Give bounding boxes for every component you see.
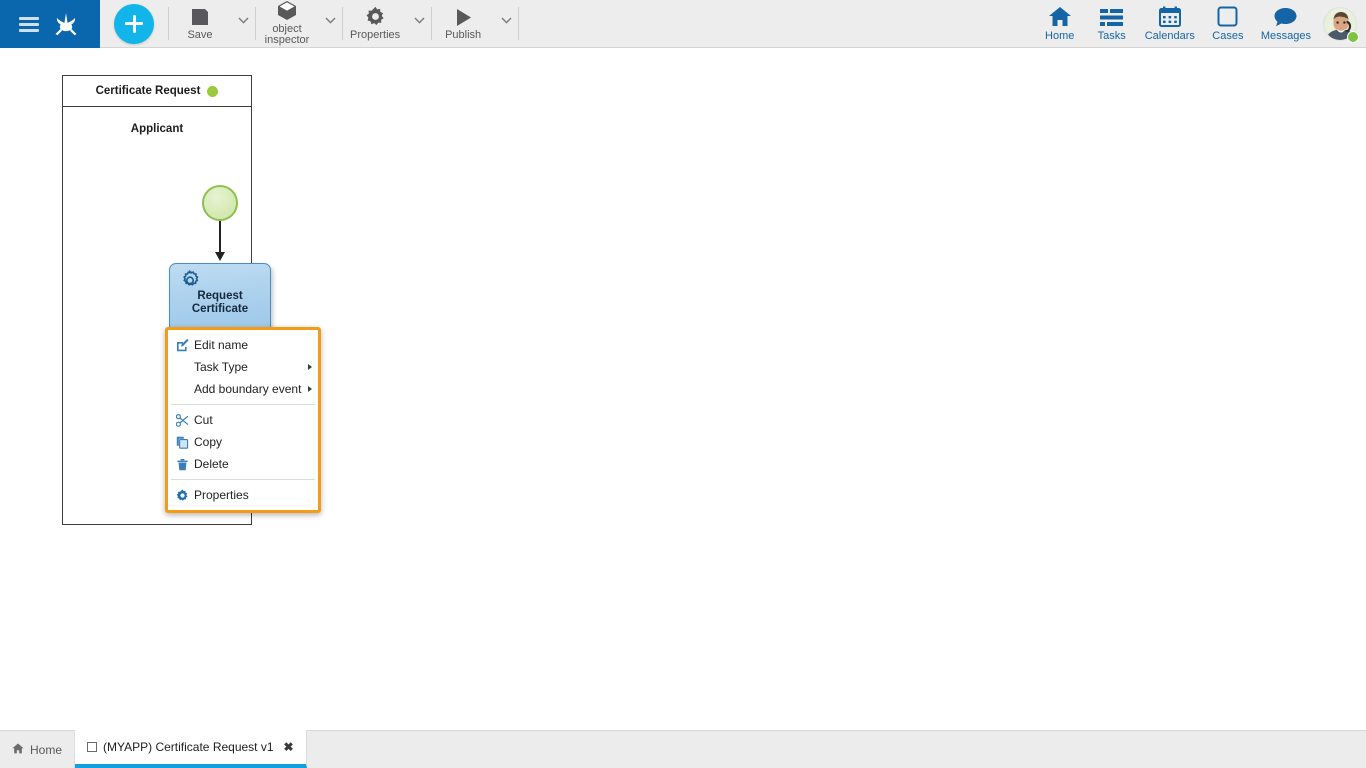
object-inspector-dropdown-caret[interactable] (318, 0, 342, 47)
bottom-tab-certificate-request[interactable]: (MYAPP) Certificate Request v1 ✖ (75, 730, 307, 768)
copy-pages-icon (175, 436, 190, 449)
gear-icon (175, 488, 190, 502)
save-button[interactable]: Save (169, 0, 231, 47)
context-menu-label: Edit name (194, 338, 249, 352)
publish-tool-group: Publish (432, 0, 518, 47)
nav-calendars-label: Calendars (1144, 30, 1195, 42)
nav-tasks-label: Tasks (1097, 30, 1126, 42)
avatar[interactable] (1318, 0, 1362, 47)
context-menu-separator (171, 404, 315, 405)
nav-home-button[interactable]: Home (1034, 0, 1086, 47)
hamburger-menu-icon[interactable] (19, 16, 39, 32)
avatar-status-dot (1347, 31, 1359, 43)
object-inspector-tool-group: object inspector (256, 0, 342, 47)
properties-label: Properties (350, 28, 401, 41)
publish-button[interactable]: Publish (432, 0, 494, 47)
bottom-tab-label: (MYAPP) Certificate Request v1 (103, 740, 274, 754)
lane-title: Applicant (130, 123, 184, 135)
object-inspector-label: object inspector (264, 22, 310, 46)
header-nav-group: Home Tasks Calendars Cases Messages (1034, 0, 1366, 47)
submenu-arrow-icon (308, 364, 312, 370)
object-inspector-button[interactable]: object inspector (256, 0, 318, 47)
bizagi-crow-logo-icon[interactable] (49, 7, 83, 41)
nav-cases-label: Cases (1212, 30, 1244, 42)
save-tool-group: Save (169, 0, 255, 47)
sequence-flow-1[interactable] (219, 221, 221, 254)
task-request-certificate[interactable]: Request Certificate (169, 263, 271, 335)
pool-header[interactable]: Certificate Request (63, 76, 251, 107)
properties-tool-group: Properties (343, 0, 431, 47)
document-square-icon (87, 742, 98, 752)
nav-cases-button[interactable]: Cases (1202, 0, 1254, 47)
context-menu-label: Copy (194, 435, 223, 449)
cube-icon (277, 0, 297, 21)
context-menu-item-task-type[interactable]: Task Type (168, 356, 318, 378)
process-canvas[interactable]: Certificate Request Applicant Request Ce… (0, 49, 1366, 727)
gear-icon (365, 5, 386, 27)
pool-title: Certificate Request (95, 85, 201, 97)
calendar-icon (1158, 4, 1181, 27)
sequence-flow-1-arrowhead (215, 252, 225, 261)
context-menu-item-properties[interactable]: Properties (168, 484, 318, 506)
bottom-tab-close-icon[interactable]: ✖ (284, 740, 294, 754)
header-spacer (519, 0, 1034, 47)
home-icon (1048, 4, 1072, 27)
context-menu-item-add-boundary-event[interactable]: Add boundary event (168, 378, 318, 400)
properties-dropdown-caret[interactable] (407, 0, 431, 47)
bottom-tab-label: Home (30, 743, 63, 757)
tasks-list-icon (1100, 4, 1124, 27)
play-triangle-icon (453, 5, 473, 27)
context-menu-label: Properties (194, 488, 249, 502)
bottom-tab-bar: Home (MYAPP) Certificate Request v1 ✖ (0, 730, 1366, 768)
save-label: Save (187, 28, 213, 41)
nav-tasks-button[interactable]: Tasks (1086, 0, 1138, 47)
publish-dropdown-caret[interactable] (494, 0, 518, 47)
home-small-icon (12, 743, 24, 757)
start-event[interactable] (202, 185, 238, 221)
square-outline-icon (1217, 4, 1238, 27)
create-button-zone (100, 0, 168, 47)
scissors-icon (175, 413, 190, 427)
submenu-arrow-icon (308, 386, 312, 392)
floppy-disk-icon (190, 5, 210, 27)
context-menu-item-copy[interactable]: Copy (168, 431, 318, 453)
publish-label: Publish (445, 28, 482, 41)
properties-button[interactable]: Properties (343, 0, 407, 47)
add-new-button[interactable] (114, 3, 154, 44)
task-label: Request Certificate (191, 290, 249, 315)
nav-messages-label: Messages (1260, 30, 1311, 42)
nav-messages-button[interactable]: Messages (1254, 0, 1318, 47)
task-context-menu: Edit name Task Type Add boundary event C… (165, 327, 321, 513)
trash-icon (175, 458, 190, 471)
context-menu-separator (171, 479, 315, 480)
nav-home-label: Home (1045, 30, 1075, 42)
context-menu-item-cut[interactable]: Cut (168, 409, 318, 431)
edit-pencil-icon (175, 338, 190, 352)
nav-calendars-button[interactable]: Calendars (1138, 0, 1202, 47)
speech-bubble-icon (1274, 4, 1297, 27)
context-menu-label: Cut (194, 413, 213, 427)
context-menu-label: Task Type (194, 360, 248, 374)
save-dropdown-caret[interactable] (231, 0, 255, 47)
context-menu-item-delete[interactable]: Delete (168, 453, 318, 475)
context-menu-label: Add boundary event (194, 382, 302, 396)
pool-status-dot (207, 85, 219, 97)
top-toolbar: Save object inspector Properties Publish… (0, 0, 1366, 48)
context-menu-label: Delete (194, 457, 229, 471)
bottom-tab-home[interactable]: Home (0, 732, 76, 768)
context-menu-item-edit-name[interactable]: Edit name (168, 334, 318, 356)
brand-block (0, 0, 100, 48)
